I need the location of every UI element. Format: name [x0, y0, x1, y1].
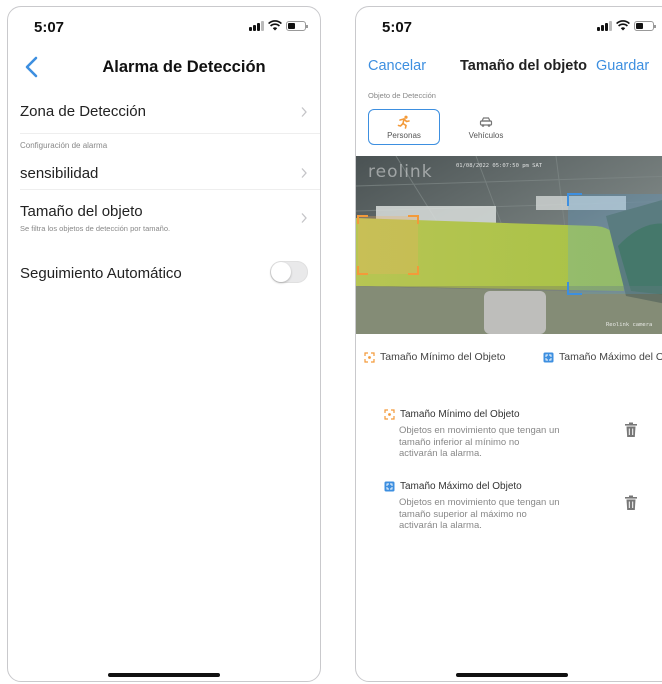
info-max-title: Tamaño Máximo del Objeto [400, 481, 522, 492]
car-icon [479, 117, 493, 127]
chevron-right-icon [301, 107, 307, 117]
wifi-icon [616, 20, 630, 31]
min-size-icon [384, 409, 395, 420]
battery-icon [634, 21, 656, 31]
info-max-title-row: Tamaño Máximo del Objeto [384, 481, 662, 492]
home-indicator [456, 673, 568, 677]
alarm-config-header: Configuración de alarma [20, 141, 108, 150]
home-indicator [108, 673, 220, 677]
cancel-button[interactable]: Cancelar [368, 58, 426, 74]
info-max-line: tamaño superior al máximo no [399, 508, 527, 520]
min-size-icon [364, 351, 375, 363]
camera-corner-label: Reolink camera [606, 322, 653, 328]
object-size-row[interactable]: Tamaño del objeto Se filtra los objetos … [20, 193, 320, 245]
phone-left-detection-alarm: 5:07 Alarma de Detección Zona de Detecci… [7, 6, 321, 682]
object-size-subtitle: Se filtra los objetos de detección por t… [20, 224, 171, 233]
auto-tracking-label: Seguimiento Automático [20, 265, 182, 282]
size-legend: Tamaño Mínimo del Objeto Tamaño Máximo d… [364, 351, 662, 363]
nav-bar: Alarma de Detección [8, 49, 320, 85]
delete-max-trash-icon[interactable] [624, 495, 638, 511]
page-title: Tamaño del objeto [460, 58, 588, 74]
auto-tracking-toggle[interactable] [270, 261, 308, 283]
camera-preview: reolink 01/08/2022 05:07:50 pm SAT Reoli… [356, 156, 662, 334]
toggle-knob [271, 262, 291, 282]
detection-zone-label: Zona de Detección [20, 103, 146, 120]
info-min-description: Objetos en movimiento que tengan un tama… [399, 425, 584, 460]
info-min-size: Tamaño Mínimo del Objeto Objetos en movi… [384, 409, 662, 460]
camera-timestamp: 01/08/2022 05:07:50 pm SAT [456, 163, 543, 169]
detection-zone-row[interactable]: Zona de Detección [20, 89, 320, 134]
save-button[interactable]: Guardar [596, 58, 649, 74]
info-min-line: activarán la alarma. [399, 448, 482, 459]
info-max-size: Tamaño Máximo del Objeto Objetos en movi… [384, 481, 662, 532]
chevron-right-icon [301, 213, 307, 223]
segment-persons-label: Personas [387, 131, 421, 140]
page-title: Alarma de Detección [102, 58, 266, 76]
phone-right-object-size: 5:07 Cancelar Tamaño del objeto Guardar … [355, 6, 662, 682]
status-icons [249, 20, 308, 31]
nav-bar: Cancelar Tamaño del objeto Guardar [356, 49, 662, 85]
legend-max-label: Tamaño Máximo del Objeto [559, 351, 662, 363]
max-size-icon [543, 352, 554, 362]
info-min-title-row: Tamaño Mínimo del Objeto [384, 409, 662, 420]
info-max-line: Objetos en movimiento que tengan un [399, 497, 560, 508]
object-size-label: Tamaño del objeto [20, 203, 143, 220]
segment-persons[interactable]: Personas [368, 109, 440, 145]
info-min-line: tamaño inferior al mínimo no [399, 436, 520, 448]
info-min-line: Objetos en movimiento que tengan un [399, 425, 560, 436]
auto-tracking-row: Seguimiento Automático [20, 257, 320, 291]
segment-vehicles-label: Vehículos [468, 131, 504, 140]
status-time: 5:07 [382, 19, 413, 36]
running-person-icon [397, 115, 410, 129]
status-bar: 5:07 [356, 7, 662, 45]
sensitivity-label: sensibilidad [20, 165, 99, 182]
camera-watermark: reolink [368, 162, 433, 182]
detection-object-label: Objeto de Detección [368, 91, 436, 100]
info-max-line: activarán la alarma. [399, 520, 482, 531]
max-size-icon [384, 481, 395, 492]
battery-icon [286, 21, 308, 31]
status-icons [597, 20, 656, 31]
signal-icon [249, 20, 264, 31]
chevron-right-icon [301, 168, 307, 178]
info-max-description: Objetos en movimiento que tengan un tama… [399, 497, 584, 532]
camera-scene [356, 156, 662, 334]
delete-min-trash-icon[interactable] [624, 422, 638, 438]
status-bar: 5:07 [8, 7, 320, 45]
signal-icon [597, 20, 612, 31]
status-time: 5:07 [34, 19, 65, 36]
wifi-icon [268, 20, 282, 31]
segment-vehicles[interactable]: Vehículos [450, 109, 522, 145]
info-min-title: Tamaño Mínimo del Objeto [400, 409, 520, 420]
legend-min-label: Tamaño Mínimo del Objeto [380, 351, 506, 363]
sensitivity-row[interactable]: sensibilidad [20, 155, 320, 190]
